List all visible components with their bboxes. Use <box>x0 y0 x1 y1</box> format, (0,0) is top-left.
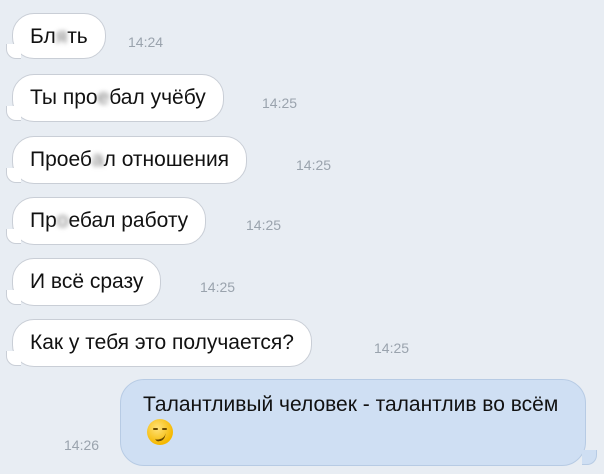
censored-letter: е <box>97 86 110 109</box>
outgoing-message-bubble[interactable]: Талантливый человек - талантлив во всём <box>120 379 586 466</box>
message-timestamp: 14:25 <box>296 157 332 173</box>
incoming-message-bubble[interactable]: Проебал работу <box>12 197 207 245</box>
message-text-start: Проеб <box>30 148 92 171</box>
bubble-tail <box>6 351 21 366</box>
message-text: И всё сразу <box>30 270 144 293</box>
bubble-tail <box>6 290 21 305</box>
censored-letter: я <box>55 25 68 48</box>
smirk-emoji-icon <box>147 419 173 445</box>
message-text-start: Ты про <box>30 86 98 109</box>
message-timestamp: 14:25 <box>200 279 236 295</box>
bubble-tail <box>582 450 597 465</box>
incoming-message-bubble[interactable]: Проебал отношения <box>12 136 248 184</box>
bubble-tail <box>6 44 21 59</box>
message-text-end: ебал работу <box>68 209 189 232</box>
bubble-tail <box>6 168 21 183</box>
message-text: Талантливый человек - талантлив во всём <box>143 393 559 416</box>
message-timestamp: 14:25 <box>246 217 282 233</box>
message-text-start: Пр <box>30 209 57 232</box>
incoming-message-bubble[interactable]: Как у тебя это получается? <box>12 319 312 367</box>
message-timestamp: 14:24 <box>128 34 164 50</box>
censored-letter: а <box>91 148 104 171</box>
censored-letter: о <box>56 209 69 232</box>
incoming-message-bubble[interactable]: Ты проебал учёбу <box>12 74 224 122</box>
message-text-end: л отношения <box>103 148 230 171</box>
message-timestamp: 14:26 <box>64 437 100 453</box>
bubble-tail <box>6 229 21 244</box>
message-timestamp: 14:25 <box>262 95 298 111</box>
message-timestamp: 14:25 <box>374 340 410 356</box>
message-text-end: бал учёбу <box>109 86 206 109</box>
message-text-start: Бл <box>30 25 56 48</box>
message-text-end: ть <box>67 25 88 48</box>
chat-message-list: Блять 14:24 Ты проебал учёбу 14:25 Проеб… <box>0 0 604 474</box>
incoming-message-bubble[interactable]: Блять <box>12 13 106 59</box>
message-text: Как у тебя это получается? <box>30 331 294 354</box>
bubble-tail <box>6 106 21 121</box>
incoming-message-bubble[interactable]: И всё сразу <box>12 258 162 306</box>
